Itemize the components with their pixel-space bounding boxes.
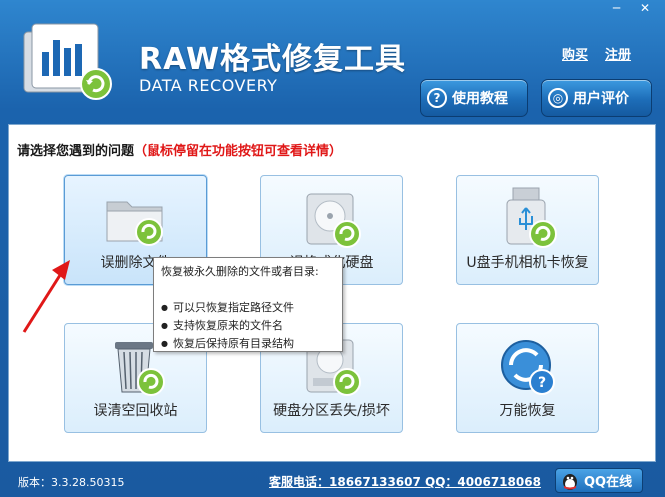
app-logo [23, 23, 112, 100]
version-label: 版本：3.3.28.50315 [18, 476, 125, 489]
app-window: ─ ✕ RAW格式修复工具 DATA RECOVERY 购买 注册 ? 使用教程… [0, 0, 665, 497]
help-icon: ? [427, 88, 447, 108]
minimize-button[interactable]: ─ [604, 0, 629, 18]
review-button[interactable]: ◎ 用户评价 [541, 79, 652, 117]
register-link[interactable]: 注册 [605, 44, 631, 63]
minimize-icon: ─ [612, 1, 621, 15]
tooltip-bullet: 支持恢复原来的文件名 [161, 317, 335, 333]
review-button-label: 用户评价 [573, 91, 629, 107]
qq-online-button[interactable]: QQ在线 [555, 468, 643, 493]
folder-recover-icon [106, 201, 163, 246]
card-label: 硬盘分区丢失/损坏 [273, 403, 390, 419]
close-icon: ✕ [639, 1, 651, 15]
card-label: U盘手机相机卡恢复 [466, 255, 589, 271]
qq-online-label: QQ在线 [584, 475, 633, 490]
card-label: 误清空回收站 [93, 403, 178, 419]
tooltip-title: 恢复被永久删除的文件或者目录: [161, 265, 319, 278]
pointer-arrow [22, 260, 70, 333]
usb-drive-recover-icon [506, 187, 557, 248]
svg-text:?: ? [538, 375, 546, 391]
tutorial-button[interactable]: ? 使用教程 [420, 79, 528, 117]
buy-link[interactable]: 购买 [562, 44, 588, 63]
problem-prompt: 请选择您遇到的问题（鼠标停留在功能按钮可查看详情） [17, 140, 342, 159]
universal-recover-icon: ? [501, 340, 555, 395]
card-universal[interactable]: ? 万能恢复 [456, 323, 599, 433]
qq-penguin-icon [563, 473, 577, 490]
card-label: 万能恢复 [499, 403, 556, 419]
harddisk-recover-icon [306, 193, 361, 248]
prompt-text: 请选择您遇到的问题 [17, 144, 135, 159]
tooltip-bullet: 恢复后保持原有目录结构 [161, 335, 335, 351]
close-button[interactable]: ✕ [631, 0, 659, 18]
feature-tooltip: 恢复被永久删除的文件或者目录: 可以只恢复指定路径文件 支持恢复原来的文件名 恢… [153, 257, 343, 352]
status-bar: 版本：3.3.28.50315 客服电话：18667133607 QQ：4006… [0, 465, 665, 497]
tooltip-bullet: 可以只恢复指定路径文件 [161, 299, 335, 315]
review-icon: ◎ [548, 88, 568, 108]
contact-info[interactable]: 客服电话：18667133607 QQ：4006718068 [269, 473, 541, 490]
card-usb-camera-card[interactable]: U盘手机相机卡恢复 [456, 175, 599, 285]
hover-hint: （鼠标停留在功能按钮可查看详情） [134, 144, 343, 159]
app-subtitle: DATA RECOVERY [139, 76, 278, 95]
tutorial-button-label: 使用教程 [452, 91, 508, 107]
app-title: RAW格式修复工具 [139, 42, 407, 77]
